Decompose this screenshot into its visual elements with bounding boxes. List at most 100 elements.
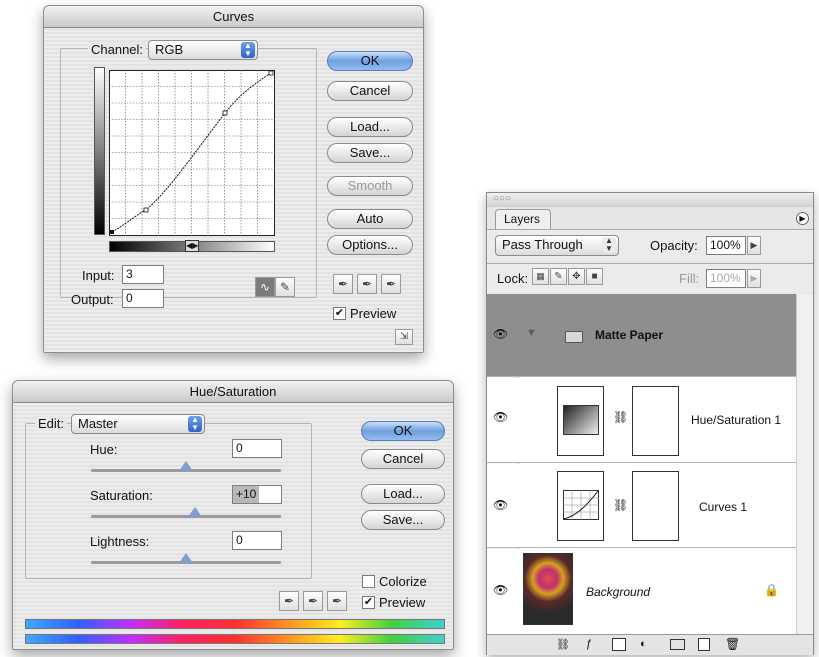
- ok-button[interactable]: OK: [327, 51, 413, 71]
- lock-label: Lock:: [497, 271, 529, 286]
- saturation-field[interactable]: +10: [232, 485, 282, 504]
- channel-select[interactable]: RGB ▲ ▼: [148, 40, 258, 60]
- input-field[interactable]: 3: [122, 265, 164, 284]
- white-eyedropper-icon[interactable]: ✒: [381, 274, 401, 294]
- new-group-icon[interactable]: [670, 639, 685, 650]
- edit-label: Edit:: [35, 416, 68, 431]
- opacity-field[interactable]: 100%: [706, 236, 746, 255]
- curve-tool-icon[interactable]: ∿: [255, 277, 275, 297]
- layer-style-icon[interactable]: ƒ: [586, 638, 592, 650]
- lock-all-icon[interactable]: ■: [586, 268, 603, 285]
- ok-button[interactable]: OK: [361, 421, 445, 441]
- preview-label: Preview: [379, 595, 426, 610]
- preview-checkbox[interactable]: ✔: [333, 307, 346, 320]
- colorize-checkbox[interactable]: [362, 575, 375, 588]
- saturation-label: Saturation:: [90, 488, 153, 503]
- layer-mask-icon[interactable]: [612, 638, 626, 651]
- adjustment-layer-icon[interactable]: ◐: [640, 638, 647, 650]
- output-gradient-bar: [94, 67, 105, 235]
- eye-icon[interactable]: 👁: [493, 583, 508, 597]
- channel-label: Channel:: [88, 42, 147, 57]
- trash-icon[interactable]: 🗑: [725, 637, 740, 651]
- preview-checkbox[interactable]: ✔: [362, 596, 375, 609]
- layers-tab[interactable]: Layers: [495, 209, 551, 229]
- fill-slider-arrow-icon[interactable]: ▶: [747, 269, 761, 288]
- eye-icon[interactable]: 👁: [493, 498, 508, 512]
- load-button[interactable]: Load...: [327, 117, 413, 137]
- channel-value: RGB: [155, 42, 184, 57]
- chain-icon[interactable]: ⛓: [613, 410, 628, 424]
- eye-icon[interactable]: 👁: [493, 327, 508, 341]
- curve-point: [222, 110, 228, 116]
- link-layers-icon[interactable]: ⛓: [556, 638, 570, 651]
- panel-menu-icon[interactable]: ▶: [796, 212, 809, 225]
- chevron-updown-icon: ▲ ▼: [188, 416, 202, 432]
- output-field[interactable]: 0: [122, 289, 164, 308]
- lock-transparency-icon[interactable]: ▦: [532, 268, 549, 285]
- auto-button[interactable]: Auto: [327, 209, 413, 229]
- curve-graph[interactable]: [109, 70, 275, 236]
- curve-point: [110, 230, 114, 234]
- edit-value: Master: [78, 416, 118, 431]
- cancel-button[interactable]: Cancel: [327, 81, 413, 101]
- folder-icon: [565, 331, 583, 343]
- background-thumbnail: [523, 553, 573, 625]
- layer-row-matte-paper[interactable]: 👁 ▼ Matte Paper: [487, 294, 813, 377]
- layer-row-curves[interactable]: 👁 ⛓ Curves 1: [487, 464, 813, 548]
- eyedropper-plus-icon[interactable]: ✒: [303, 591, 323, 611]
- layers-bottom-bar: ⛓ ƒ ◐ 🗑: [487, 634, 813, 655]
- hue-field[interactable]: 0: [232, 439, 282, 458]
- layer-name: Matte Paper: [595, 328, 664, 342]
- gradient-toggle-icon[interactable]: ◀▶: [185, 240, 199, 252]
- eyedropper-icon[interactable]: ✒: [279, 591, 299, 611]
- cancel-button[interactable]: Cancel: [361, 449, 445, 469]
- result-color-spectrum: [25, 634, 445, 644]
- layers-scrollbar[interactable]: [796, 294, 813, 634]
- fill-field[interactable]: 100%: [706, 269, 746, 288]
- colorize-label: Colorize: [379, 574, 427, 589]
- layers-panel: ○○○ Layers ▶ Pass Through ▲ ▼ Opacity: 10…: [486, 192, 814, 655]
- edit-select[interactable]: Master ▲ ▼: [71, 414, 205, 434]
- saturation-slider-thumb[interactable]: [188, 507, 202, 517]
- curve-point: [143, 207, 149, 213]
- save-button[interactable]: Save...: [361, 510, 445, 530]
- chevron-updown-icon: ▲ ▼: [602, 237, 616, 253]
- adjustment-thumbnail: [557, 386, 604, 456]
- hue-saturation-title: Hue/Saturation: [13, 381, 453, 403]
- hue-slider-thumb[interactable]: [179, 461, 193, 471]
- lock-paint-icon[interactable]: ✎: [550, 268, 567, 285]
- gray-eyedropper-icon[interactable]: ✒: [357, 274, 377, 294]
- smooth-button[interactable]: Smooth: [327, 176, 413, 196]
- lock-move-icon[interactable]: ✥: [568, 268, 585, 285]
- layer-row-background[interactable]: 👁 Background 🔒: [487, 549, 813, 634]
- blend-mode-select[interactable]: Pass Through ▲ ▼: [495, 235, 619, 256]
- lightness-slider-thumb[interactable]: [179, 553, 193, 563]
- options-button[interactable]: Options...: [327, 235, 413, 255]
- blend-mode-value: Pass Through: [502, 237, 583, 252]
- layer-mask-thumbnail: [632, 471, 679, 541]
- curves-adjustment-icon: [562, 490, 599, 520]
- eye-icon[interactable]: 👁: [493, 410, 508, 424]
- layers-tab-label: Layers: [504, 212, 541, 226]
- disclosure-triangle-icon[interactable]: ▼: [526, 327, 537, 339]
- adjustment-thumbnail: [557, 471, 604, 541]
- opacity-slider-arrow-icon[interactable]: ▶: [747, 236, 761, 255]
- pencil-tool-icon[interactable]: ✎: [275, 277, 295, 297]
- chevron-updown-icon: ▲ ▼: [241, 42, 255, 58]
- window-controls-icon[interactable]: ○○○: [493, 193, 511, 204]
- layer-list: 👁 ▼ Matte Paper 👁 ⛓ Hue/Saturation 1 👁 ⛓…: [487, 294, 813, 634]
- save-button[interactable]: Save...: [327, 143, 413, 163]
- expand-icon[interactable]: ⇲: [395, 329, 413, 345]
- eyedropper-minus-icon[interactable]: ✒: [327, 591, 347, 611]
- new-layer-icon[interactable]: [698, 638, 710, 651]
- black-eyedropper-icon[interactable]: ✒: [333, 274, 353, 294]
- load-button[interactable]: Load...: [361, 484, 445, 504]
- chain-icon[interactable]: ⛓: [613, 498, 628, 512]
- lightness-field[interactable]: 0: [232, 531, 282, 550]
- panel-titlebar: ○○○: [487, 193, 813, 207]
- layer-row-hue-saturation[interactable]: 👁 ⛓ Hue/Saturation 1: [487, 378, 813, 463]
- saturation-slider[interactable]: [91, 515, 281, 518]
- input-label: Input:: [82, 268, 115, 283]
- preview-label: Preview: [350, 306, 397, 321]
- hue-label: Hue:: [90, 442, 118, 457]
